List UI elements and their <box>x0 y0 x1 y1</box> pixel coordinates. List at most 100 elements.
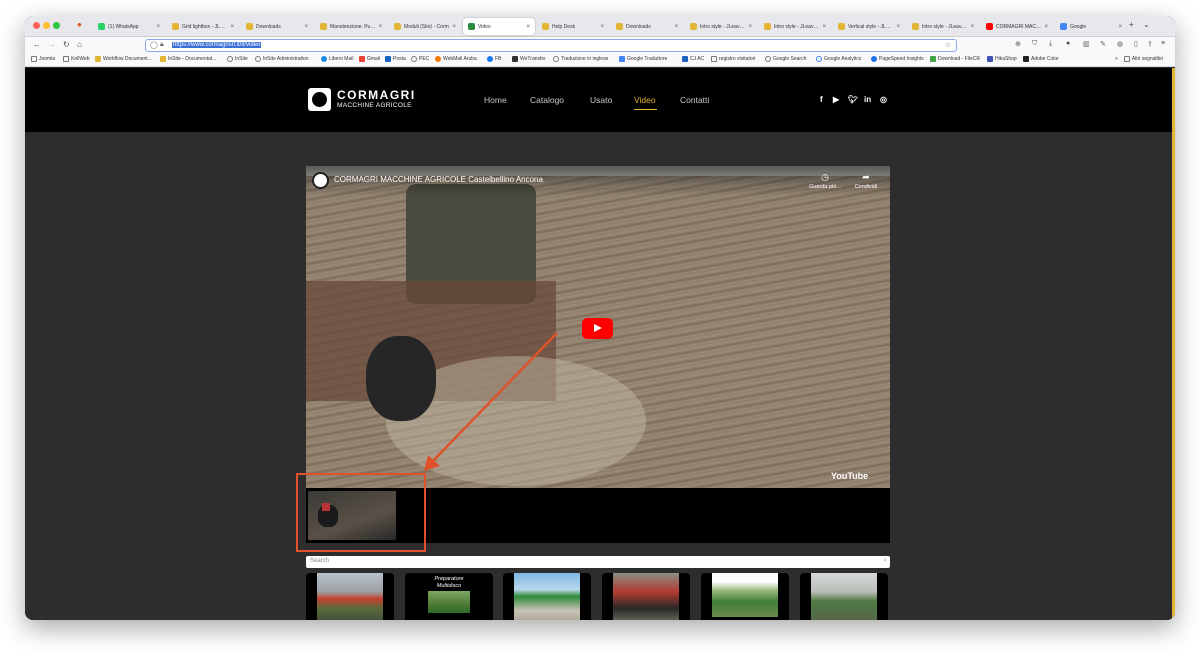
search-input[interactable]: Search ⌕ <box>306 556 890 568</box>
account-icon[interactable]: ● <box>1066 40 1070 47</box>
bookmark-item[interactable]: Traduzione in inglese <box>553 56 608 62</box>
bookmark-item[interactable]: InSite Administration <box>255 56 309 62</box>
bookmark-item[interactable]: Google Analytics <box>816 56 861 62</box>
bookmark-item[interactable]: registro visitatori <box>711 56 755 62</box>
close-tab-icon[interactable]: × <box>822 24 826 30</box>
tab-vertical-style[interactable]: Vertical style - JLeav × <box>833 18 905 35</box>
tab-google[interactable]: Google × <box>1055 18 1127 35</box>
zoom-window-button[interactable] <box>53 22 60 29</box>
video-title[interactable]: CORMAGRI MACCHINE AGRICOLE Castelbellino… <box>334 175 543 184</box>
firefox-view-icon[interactable]: ● <box>77 20 82 29</box>
new-tab-icon[interactable]: + <box>1129 20 1134 29</box>
reload-icon[interactable]: ↻ <box>63 40 70 49</box>
menu-home[interactable]: Home <box>484 95 507 105</box>
facebook-icon[interactable]: f <box>820 95 823 104</box>
tab-help-desk[interactable]: Help Desk × <box>537 18 609 35</box>
bookmark-item[interactable]: WeTransfer <box>512 56 546 62</box>
shield-icon[interactable]: ◯ <box>150 41 158 49</box>
cormagri-logo[interactable] <box>308 88 331 111</box>
close-tab-icon[interactable]: × <box>304 24 308 30</box>
channel-avatar[interactable] <box>312 172 329 189</box>
tab-manutenzione[interactable]: Manutenzione: Pulisci × <box>315 18 387 35</box>
close-tab-icon[interactable]: × <box>526 24 530 30</box>
brand-name[interactable]: CORMAGRI <box>337 88 416 102</box>
extension-icon[interactable]: ◍ <box>1117 40 1123 48</box>
back-icon[interactable]: ← <box>33 40 41 49</box>
close-tab-icon[interactable]: × <box>378 24 382 30</box>
close-tab-icon[interactable]: × <box>1044 24 1048 30</box>
gallery-video-item[interactable] <box>503 573 591 620</box>
share-icon[interactable]: ⇪ <box>1147 40 1153 48</box>
close-tab-icon[interactable]: × <box>600 24 604 30</box>
bookmark-star-icon[interactable]: ☆ <box>945 41 951 49</box>
twitter-icon[interactable]: 🐦︎ <box>848 95 858 104</box>
pocket-icon[interactable]: ⊕ <box>1015 40 1021 48</box>
bookmark-item[interactable]: Libero Mail <box>321 56 353 62</box>
close-tab-icon[interactable]: × <box>452 24 456 30</box>
menu-contatti[interactable]: Contatti <box>680 95 709 105</box>
menu-catalogo[interactable]: Catalogo <box>530 95 564 105</box>
close-tab-icon[interactable]: × <box>156 24 160 30</box>
tab-video[interactable]: Video × <box>463 18 535 35</box>
bookmark-item[interactable]: Adobe Color <box>1023 56 1059 62</box>
tab-moduli[interactable]: Moduli (Sito) - Corm × <box>389 18 461 35</box>
bookmark-item[interactable]: WebMail Aruba <box>435 56 477 62</box>
address-bar[interactable]: ◯ 🔒︎ https://www.cormagrisrl.it/it/video… <box>145 39 957 52</box>
minimize-window-button[interactable] <box>43 22 50 29</box>
youtube-icon[interactable]: ▶ <box>833 95 839 104</box>
close-tab-icon[interactable]: × <box>896 24 900 30</box>
menu-icon[interactable]: ≡ <box>1161 40 1165 47</box>
url-text[interactable]: https://www.cormagrisrl.it/it/video <box>172 42 262 48</box>
other-bookmarks[interactable]: » Altri segnalibri <box>1115 56 1163 62</box>
menu-usato[interactable]: Usato <box>590 95 612 105</box>
lock-icon[interactable]: 🔒︎ <box>160 41 164 49</box>
bookmark-item[interactable]: Google Traduttore <box>619 56 667 62</box>
play-button[interactable] <box>582 318 613 339</box>
tab-grid-lightbox[interactable]: Grid lightbox - JLeav × <box>167 18 239 35</box>
close-tab-icon[interactable]: × <box>748 24 752 30</box>
library-icon[interactable]: ▥ <box>1083 40 1090 48</box>
bookmark-item[interactable]: Gmail <box>359 56 380 62</box>
linkedin-icon[interactable]: in <box>864 95 871 104</box>
share-button[interactable]: ➦ Condividi <box>846 172 886 190</box>
close-tab-icon[interactable]: × <box>1118 24 1122 30</box>
close-tab-icon[interactable]: × <box>230 24 234 30</box>
watch-later-button[interactable]: ◷ Guarda più... <box>805 172 845 190</box>
gallery-video-item[interactable]: Preparatore Multidisco <box>405 573 493 620</box>
bookmark-item[interactable]: KeliWeb <box>63 56 90 62</box>
tab-cormagri-youtube[interactable]: CORMAGRI MACCHINE × <box>981 18 1053 35</box>
tab-whatsapp[interactable]: (1) WhatsApp × <box>93 18 165 35</box>
chevron-down-icon[interactable]: ⌄ <box>1143 20 1150 29</box>
download-icon[interactable]: ⤓ <box>1049 40 1052 48</box>
home-icon[interactable]: ⌂ <box>77 40 82 49</box>
menu-video[interactable]: Video <box>634 95 656 105</box>
close-window-button[interactable] <box>33 22 40 29</box>
youtube-player[interactable]: CORMAGRI MACCHINE AGRICOLE Castelbellino… <box>306 166 890 488</box>
forward-icon[interactable]: → <box>48 40 56 49</box>
sidebar-icon[interactable]: ▯ <box>1134 40 1138 48</box>
tab-downloads[interactable]: Downloads × <box>241 18 313 35</box>
bookmark-item[interactable]: Download - FileCR <box>930 56 980 62</box>
bookmark-item[interactable]: CJ AC <box>682 56 704 62</box>
close-tab-icon[interactable]: × <box>970 24 974 30</box>
gallery-video-item[interactable] <box>800 573 888 620</box>
instagram-icon[interactable]: ◎ <box>880 95 887 104</box>
tab-downloads-2[interactable]: Downloads × <box>611 18 683 35</box>
gallery-video-item[interactable] <box>701 573 789 620</box>
tab-intro-style-3[interactable]: Intro style - JLeavArt × <box>907 18 979 35</box>
bookmark-item[interactable]: FB <box>487 56 501 62</box>
youtube-logo[interactable]: YouTube <box>831 471 868 481</box>
bookmark-item[interactable]: InSite <box>227 56 248 62</box>
gallery-video-item[interactable] <box>602 573 690 620</box>
bookmark-item[interactable]: PEC <box>411 56 429 62</box>
search-icon[interactable]: ⌕ <box>883 557 887 565</box>
bookmark-item[interactable]: Workflow Document... <box>95 56 152 62</box>
bookmark-item[interactable]: PageSpeed Insights <box>871 56 924 62</box>
bookmark-item[interactable]: InSite - Documentat... <box>160 56 216 62</box>
close-tab-icon[interactable]: × <box>674 24 678 30</box>
bookmark-item[interactable]: Posta <box>385 56 406 62</box>
tab-intro-style[interactable]: Intro style - JLeavArt × <box>685 18 757 35</box>
bookmark-item[interactable]: HikaShop <box>987 56 1017 62</box>
gallery-video-item[interactable] <box>306 573 394 620</box>
shield-toolbar-icon[interactable]: ⛉ <box>1032 40 1037 48</box>
